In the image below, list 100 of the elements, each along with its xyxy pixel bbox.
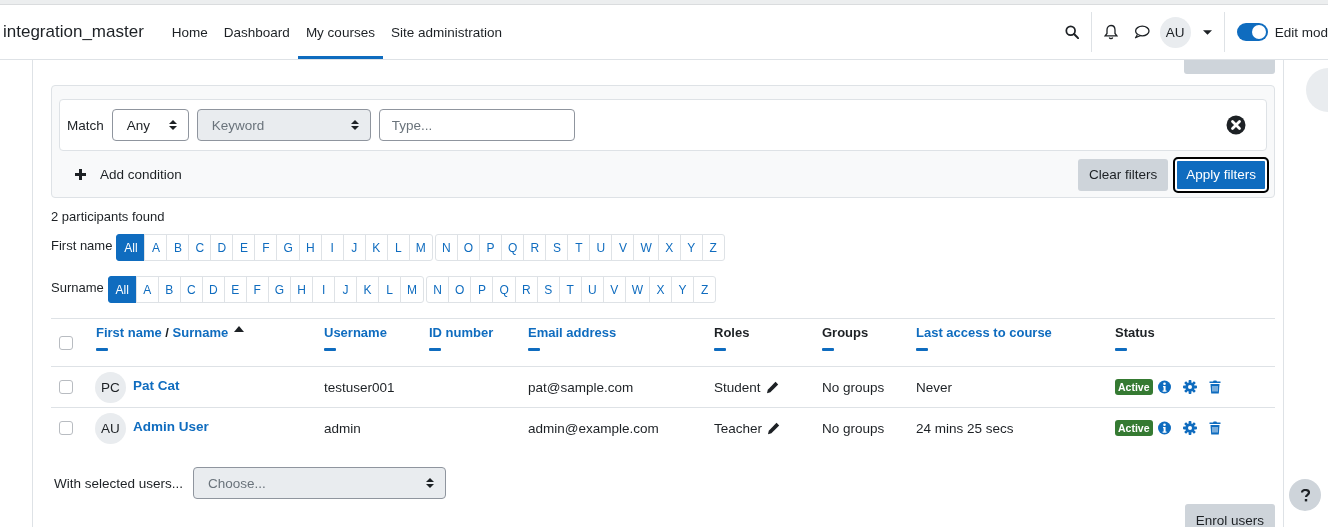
initial-letter-link[interactable]: N: [434, 234, 458, 261]
initial-letter-link[interactable]: H: [290, 276, 314, 303]
initial-letter-link[interactable]: I: [312, 276, 336, 303]
add-condition-link[interactable]: Add condition: [100, 167, 182, 182]
initial-letter-link[interactable]: All: [107, 276, 137, 303]
initial-letter-link[interactable]: G: [267, 276, 292, 303]
trash-icon[interactable]: [1208, 421, 1221, 435]
initial-letter-link[interactable]: Y: [671, 276, 695, 303]
row-checkbox[interactable]: [59, 335, 73, 350]
pencil-icon[interactable]: [767, 421, 781, 435]
match-select[interactable]: Any: [111, 109, 189, 141]
initial-letter-link[interactable]: V: [611, 234, 635, 261]
row-checkbox[interactable]: [59, 380, 73, 394]
initial-letter-link[interactable]: D: [210, 234, 234, 261]
column-header-link[interactable]: Username: [324, 325, 387, 340]
initial-letter-link[interactable]: U: [589, 234, 613, 261]
row-checkbox[interactable]: [59, 421, 73, 435]
clear-filters-button[interactable]: Clear filters: [1077, 158, 1169, 191]
initial-letter-link[interactable]: Q: [492, 276, 516, 303]
info-icon[interactable]: [1157, 380, 1171, 394]
close-icon[interactable]: [1226, 115, 1246, 135]
initial-letter-link[interactable]: F: [254, 234, 278, 261]
nav-link[interactable]: Home: [163, 5, 216, 59]
nav-link[interactable]: My courses: [297, 5, 383, 59]
initial-letter-link[interactable]: M: [408, 234, 433, 261]
initial-letter-link[interactable]: Q: [501, 234, 525, 261]
column-header-link[interactable]: Surname: [172, 325, 245, 340]
initial-letter-link[interactable]: R: [523, 234, 547, 261]
nav-link[interactable]: Dashboard: [215, 5, 298, 59]
initial-letter-link[interactable]: E: [223, 276, 247, 303]
initial-letter-link[interactable]: C: [179, 276, 203, 303]
initial-letter-link[interactable]: S: [536, 276, 560, 303]
initial-letter-link[interactable]: O: [456, 234, 481, 261]
apply-filters-button[interactable]: Apply filters: [1175, 158, 1267, 191]
initial-letter-link[interactable]: K: [356, 276, 380, 303]
user-avatar[interactable]: AU: [1159, 16, 1191, 48]
user-name-link[interactable]: Admin User: [133, 418, 209, 434]
participants-count: 2 participants found: [51, 209, 166, 224]
initial-letter-link[interactable]: P: [470, 276, 494, 303]
initial-letter-link[interactable]: B: [166, 234, 190, 261]
initial-letter-link[interactable]: U: [580, 276, 604, 303]
initial-letter-link[interactable]: Z: [701, 234, 725, 261]
column-header-link[interactable]: Email address: [528, 325, 617, 340]
bulk-action-select[interactable]: Choose...: [193, 467, 447, 499]
bell-icon[interactable]: [1103, 24, 1118, 40]
initial-letter-link[interactable]: I: [320, 234, 344, 261]
initial-letter-link[interactable]: N: [426, 276, 450, 303]
initial-letter-link[interactable]: X: [649, 276, 673, 303]
search-icon[interactable]: [1064, 25, 1079, 39]
info-icon[interactable]: [1157, 421, 1171, 435]
settings-icon[interactable]: [1182, 380, 1197, 394]
initial-letter-link[interactable]: T: [567, 234, 591, 261]
enrol-users-button[interactable]: Enrol users: [1184, 504, 1275, 527]
initial-letter-link[interactable]: E: [232, 234, 256, 261]
initial-letter-link[interactable]: D: [201, 276, 225, 303]
initial-letter-link[interactable]: X: [657, 234, 681, 261]
caret-icon[interactable]: [1202, 29, 1212, 35]
column-header-link[interactable]: ID number: [429, 325, 494, 340]
initial-letter-link[interactable]: B: [157, 276, 181, 303]
initial-letter-link[interactable]: W: [624, 276, 651, 303]
nav-link[interactable]: Site administration: [382, 5, 510, 59]
select-arrows-icon: [426, 477, 435, 489]
initial-letter-link[interactable]: J: [342, 234, 366, 261]
initial-letter-link[interactable]: S: [545, 234, 569, 261]
pencil-icon[interactable]: [765, 380, 779, 394]
initial-letter-link[interactable]: V: [602, 276, 626, 303]
initial-letter-link[interactable]: H: [298, 234, 322, 261]
initial-letter-link[interactable]: J: [334, 276, 358, 303]
trash-icon[interactable]: [1208, 380, 1221, 394]
user-name-link[interactable]: Pat Cat: [133, 377, 180, 393]
column-header-link[interactable]: First name: [96, 325, 162, 340]
filter-type-select[interactable]: Keyword: [196, 109, 371, 141]
initial-letter-link[interactable]: Z: [693, 276, 717, 303]
help-button[interactable]: [1289, 479, 1321, 511]
initial-letter-link[interactable]: F: [245, 276, 269, 303]
initial-letter-link[interactable]: A: [144, 234, 168, 261]
initial-letter-link[interactable]: O: [448, 276, 472, 303]
filter-value-field[interactable]: Type...: [378, 109, 575, 141]
table-cell: No groups: [822, 379, 885, 395]
question-mark-icon[interactable]: [1300, 488, 1310, 502]
site-name[interactable]: integration_master: [3, 22, 144, 42]
initial-letter-link[interactable]: A: [135, 276, 159, 303]
edit-mode-toggle[interactable]: [1236, 23, 1268, 41]
initial-letter-link[interactable]: K: [364, 234, 388, 261]
initial-letter-link[interactable]: M: [400, 276, 425, 303]
initial-letter-link[interactable]: L: [386, 234, 410, 261]
table-cell: admin@example.com: [528, 420, 659, 436]
initial-letter-link[interactable]: R: [514, 276, 538, 303]
initial-letter-link[interactable]: W: [633, 234, 659, 261]
initial-letter-link[interactable]: G: [276, 234, 300, 261]
initial-letter-link[interactable]: Y: [679, 234, 703, 261]
table-cell: 24 mins 25 secs: [916, 420, 1014, 436]
settings-icon[interactable]: [1182, 421, 1197, 435]
initial-letter-link[interactable]: T: [558, 276, 582, 303]
chat-bubble-icon[interactable]: [1133, 25, 1150, 39]
initial-letter-link[interactable]: P: [479, 234, 503, 261]
column-header-link[interactable]: Last access to course: [916, 325, 1052, 340]
initial-letter-link[interactable]: C: [188, 234, 212, 261]
initial-letter-link[interactable]: L: [378, 276, 402, 303]
initial-letter-link[interactable]: All: [116, 234, 146, 261]
